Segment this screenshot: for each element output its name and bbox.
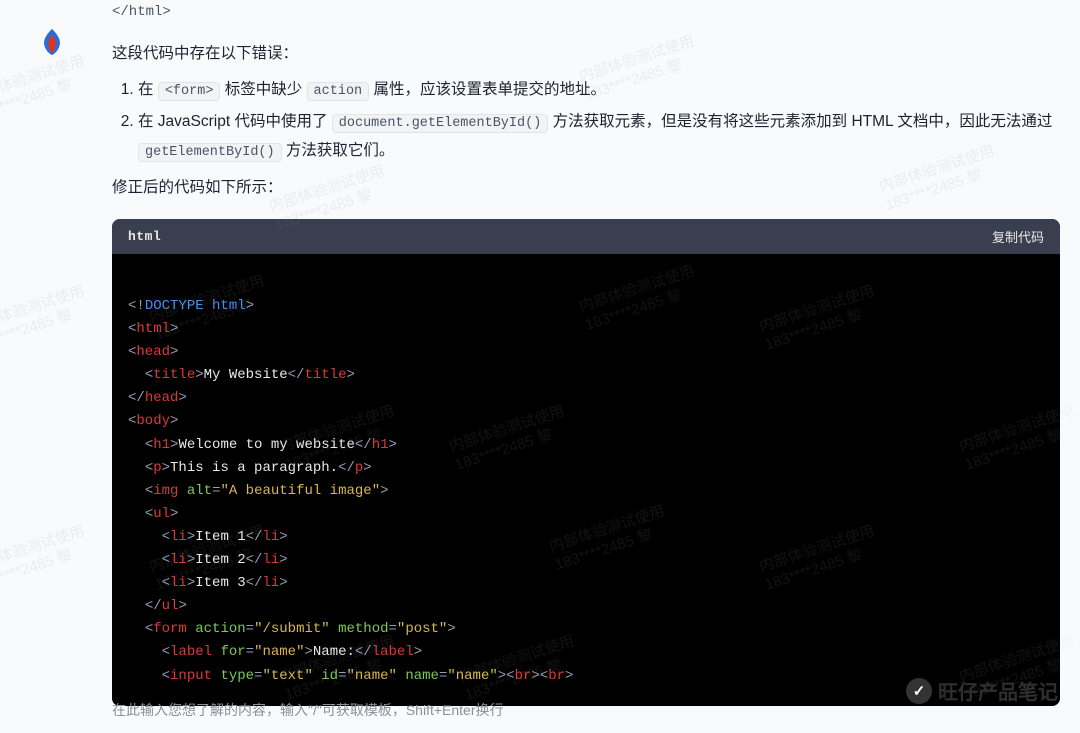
prior-code-fragment: </html> (112, 4, 1060, 20)
channel-name: 旺仔产品笔记 (938, 676, 1058, 705)
channel-badge: ✓ 旺仔产品笔记 (906, 676, 1058, 705)
code-block: html 复制代码 <!DOCTYPE html> <html> <head> … (112, 219, 1060, 706)
response-content: </html> 这段代码中存在以下错误： 在 <form> 标签中缺少 acti… (112, 0, 1060, 706)
chat-input-placeholder[interactable]: 在此输入您想了解的内容，输入"/"可获取模板，Shift+Enter换行 (112, 700, 503, 720)
copy-code-button[interactable]: 复制代码 (992, 227, 1044, 246)
flame-icon (37, 27, 67, 57)
fixed-code-label: 修正后的代码如下所示： (112, 172, 1060, 203)
inline-code: document.getElementById() (332, 114, 549, 133)
avatar (35, 25, 69, 59)
code-block-body: <!DOCTYPE html> <html> <head> <title>My … (112, 254, 1060, 706)
code-block-header: html 复制代码 (112, 219, 1060, 254)
response-body: 这段代码中存在以下错误： 在 <form> 标签中缺少 action 属性，应该… (112, 38, 1060, 203)
list-item: 在 JavaScript 代码中使用了 document.getElementB… (138, 107, 1060, 166)
inline-code: action (307, 82, 370, 101)
list-item: 在 <form> 标签中缺少 action 属性，应该设置表单提交的地址。 (138, 75, 1060, 105)
code-lang-label: html (128, 229, 161, 244)
response-intro: 这段代码中存在以下错误： (112, 38, 1060, 69)
error-list: 在 <form> 标签中缺少 action 属性，应该设置表单提交的地址。 在 … (112, 75, 1060, 166)
inline-code: getElementById() (138, 143, 282, 162)
assistant-avatar (35, 25, 69, 59)
inline-code: <form> (158, 82, 221, 101)
wechat-icon: ✓ (906, 678, 932, 704)
